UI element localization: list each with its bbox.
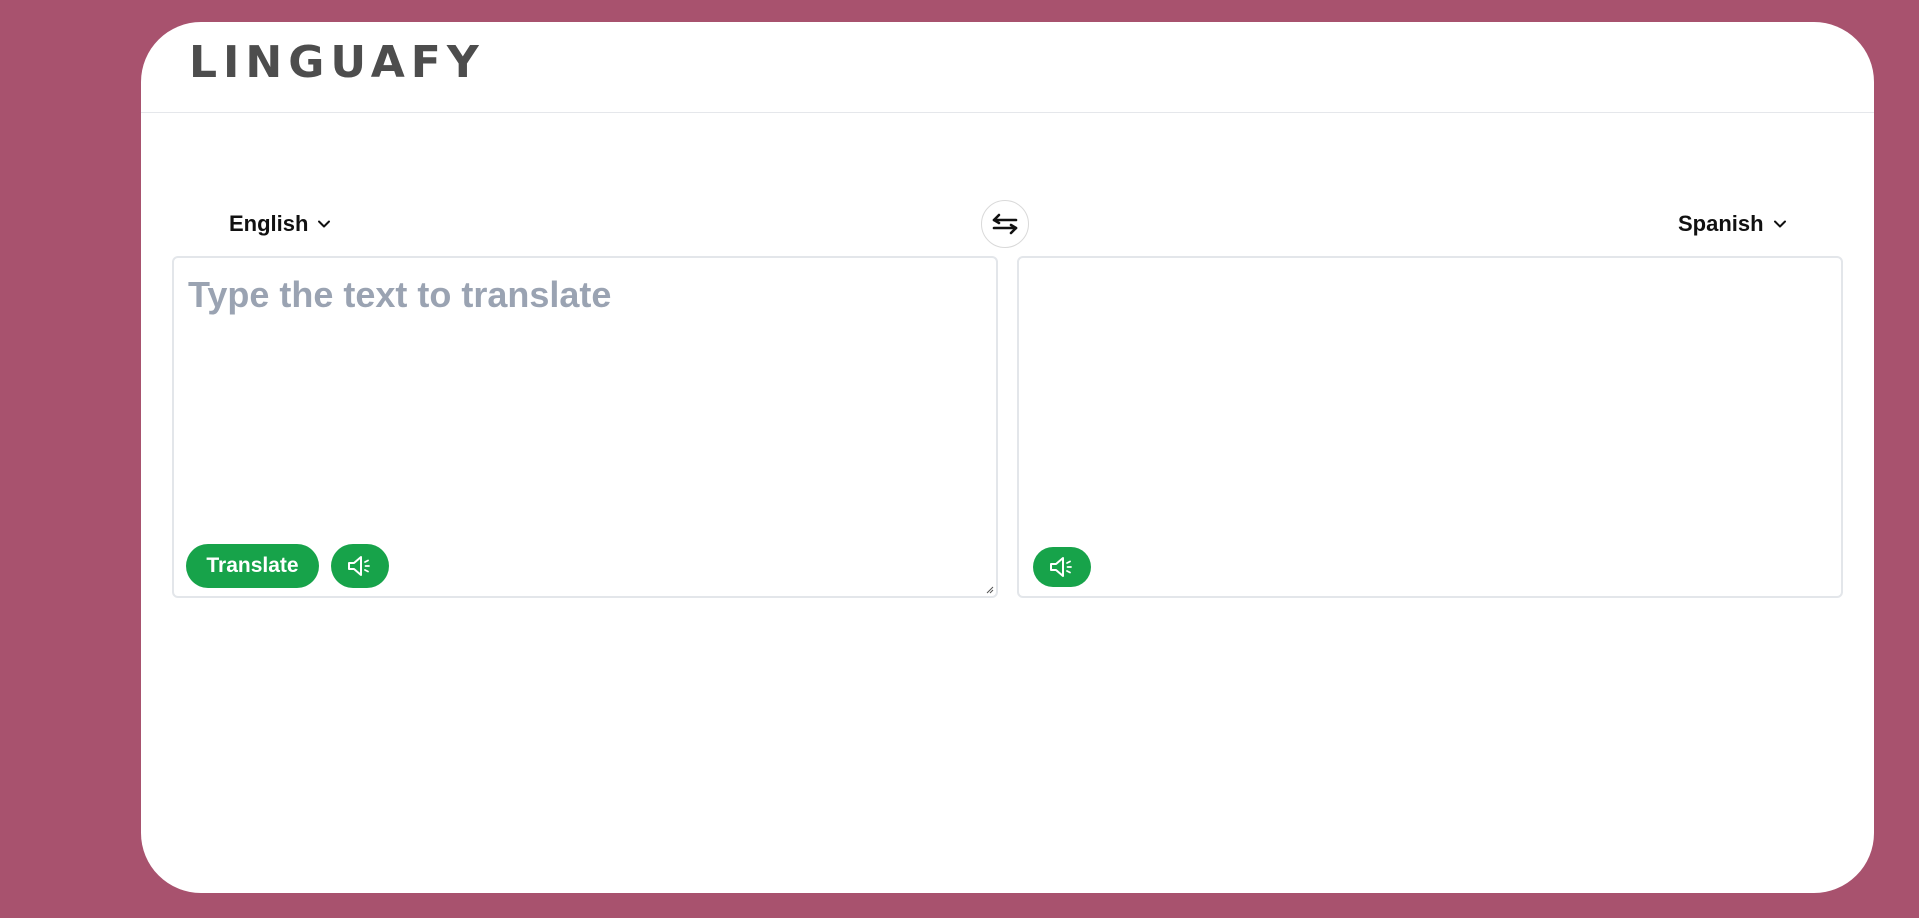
header: LINGUAFY <box>141 22 1874 113</box>
language-bar: English Spanish <box>141 200 1874 248</box>
resize-handle-icon[interactable] <box>986 586 994 594</box>
chevron-down-icon <box>1773 220 1786 228</box>
app-logo: LINGUAFY <box>189 36 485 88</box>
source-language-label: English <box>229 211 309 236</box>
target-language-label: Spanish <box>1678 211 1764 236</box>
app-card: LINGUAFY English Spanish Type the text t… <box>141 22 1874 893</box>
swap-languages-button[interactable] <box>981 200 1029 248</box>
chevron-down-icon <box>318 220 331 228</box>
target-panel <box>1017 256 1843 598</box>
target-speak-button[interactable] <box>1033 547 1091 587</box>
translate-button[interactable]: Translate <box>186 544 319 588</box>
target-language-select[interactable]: Spanish <box>1678 211 1788 237</box>
speaker-icon <box>1050 557 1072 577</box>
swap-arrows-icon <box>992 213 1018 235</box>
source-speak-button[interactable] <box>331 544 389 588</box>
source-language-select[interactable]: English <box>229 211 332 237</box>
speaker-icon <box>348 556 370 576</box>
source-panel: Translate <box>172 256 998 598</box>
